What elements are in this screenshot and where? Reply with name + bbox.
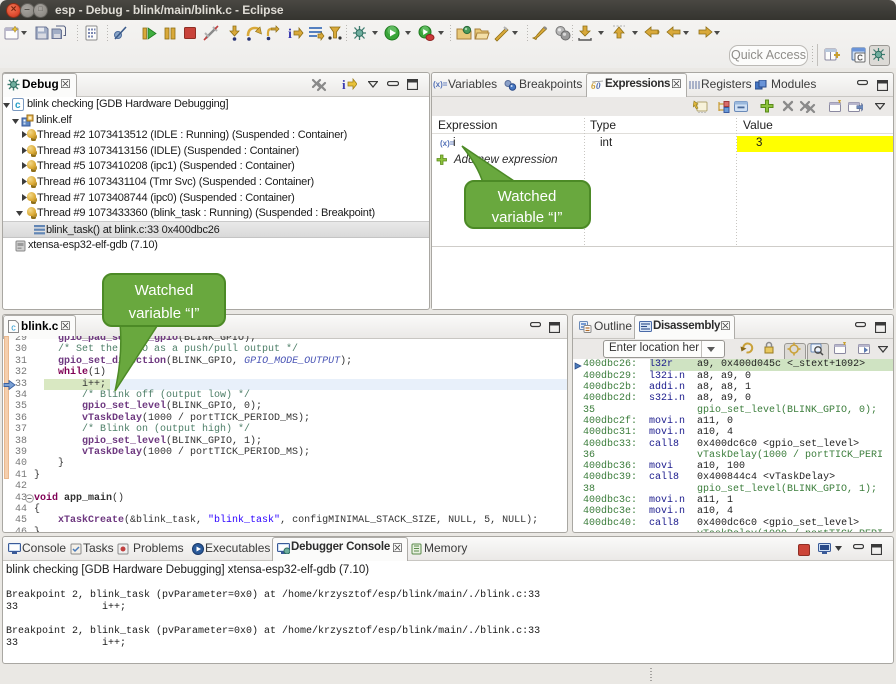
svg-text:Watched: Watched — [135, 282, 194, 299]
svg-text:i: i — [342, 77, 346, 91]
svg-text:variable “I”: variable “I” — [492, 209, 563, 226]
svg-text:Watched: Watched — [498, 188, 557, 205]
svg-text:variable “I”: variable “I” — [129, 305, 200, 322]
svg-text:i: i — [288, 27, 292, 42]
svg-text:c: c — [15, 100, 21, 111]
svg-text:0: 0 — [596, 81, 601, 90]
svg-text:c: c — [11, 323, 16, 333]
svg-text:C: C — [857, 54, 863, 63]
